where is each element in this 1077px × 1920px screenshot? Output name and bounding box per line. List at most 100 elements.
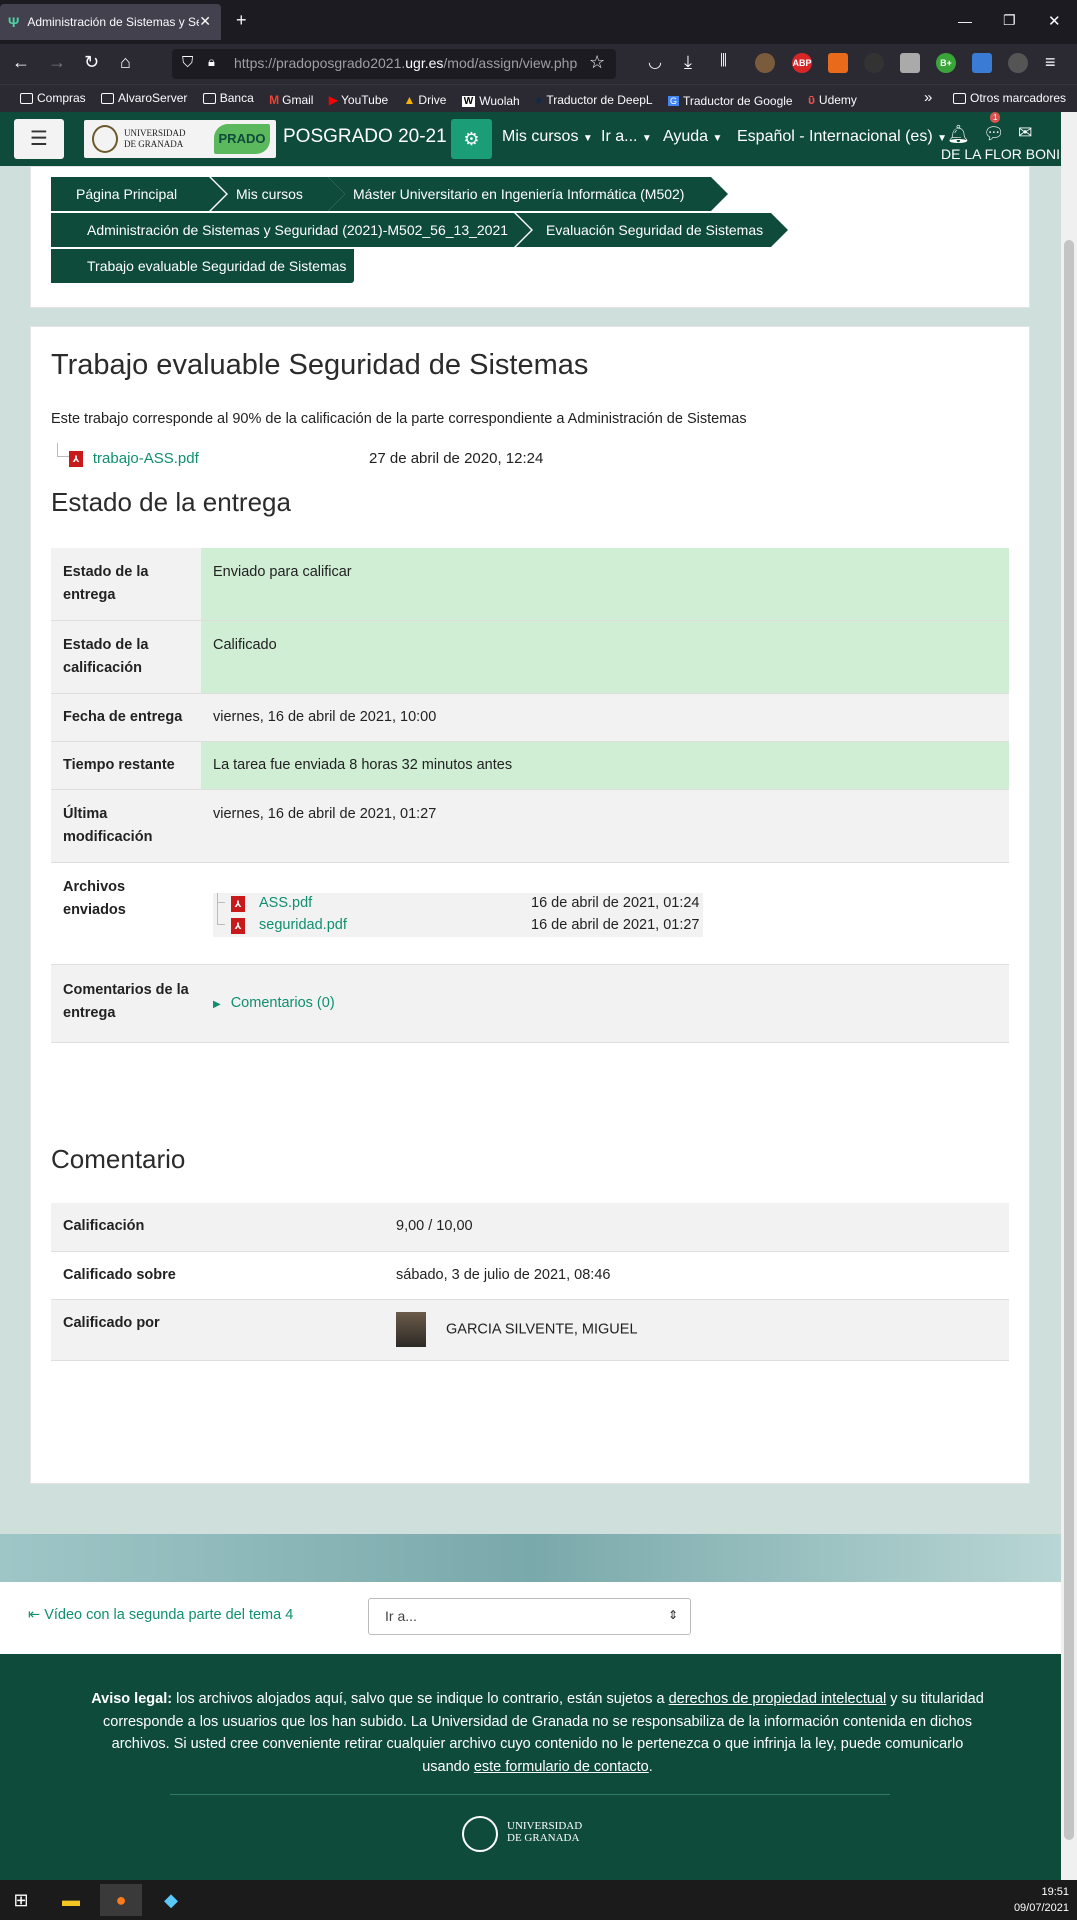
footer-university-logo[interactable]: UNIVERSIDAD DE GRANADA	[462, 1816, 582, 1852]
file-row[interactable]: ⅄ seguridad.pdf 16 de abril de 2021, 01:…	[213, 903, 703, 937]
menu-language[interactable]: Español - Internacional (es) ▼	[737, 128, 947, 146]
table-row: Tiempo restante La tarea fue enviada 8 h…	[51, 741, 1009, 790]
attachment-file[interactable]: ⅄ trabajo-ASS.pdf	[69, 450, 199, 468]
extension-blue-icon[interactable]	[972, 53, 992, 73]
shield-icon[interactable]: ⛉	[182, 54, 193, 71]
menu-mis-cursos[interactable]: Mis cursos ▼	[502, 128, 593, 146]
scrollbar-thumb[interactable]	[1064, 240, 1074, 1840]
sort-arrows-icon: ⇕	[667, 1608, 678, 1622]
table-row: Calificación 9,00 / 10,00	[51, 1203, 1009, 1252]
app-icon[interactable]: ◆	[150, 1884, 192, 1916]
url-bar[interactable]: ⛉ 🔒︎ https://pradoposgrado2021.ugr.es/mo…	[172, 49, 616, 79]
adblock-icon[interactable]: ABP	[792, 53, 812, 73]
windows-start-icon[interactable]: ⊞	[0, 1884, 42, 1916]
file-explorer-icon[interactable]: ▬	[50, 1884, 92, 1916]
caret-down-icon: ▼	[712, 133, 723, 144]
breadcrumb-card: Página Principal Mis cursos Máster Unive…	[30, 166, 1030, 308]
pocket-icon[interactable]: ◡	[648, 52, 662, 72]
minimize-icon[interactable]: —	[958, 13, 972, 29]
bookmark-drive[interactable]: ▲ Drive	[404, 93, 447, 107]
firefox-icon[interactable]: ●	[100, 1884, 142, 1916]
url-prefix: https://pradoposgrado2021.	[234, 55, 406, 71]
breadcrumb-item-master[interactable]: Máster Universitario en Ingeniería Infor…	[328, 177, 728, 211]
university-logo[interactable]: UNIVERSIDAD DE GRANADA PRADO	[84, 120, 276, 158]
extensions-puzzle-icon[interactable]	[1008, 53, 1028, 73]
bookmark-gmail[interactable]: M Gmail	[269, 93, 313, 107]
forward-icon[interactable]: →	[48, 52, 66, 73]
notification-badge: 1	[990, 112, 1001, 123]
settings-menu-button[interactable]: ⚙	[451, 119, 492, 159]
messages-icon[interactable]: 💬︎	[983, 124, 1005, 144]
back-icon[interactable]: ←	[12, 52, 30, 73]
page-title: Trabajo evaluable Seguridad de Sistemas	[51, 349, 589, 381]
previous-activity-link[interactable]: ⇤ Vídeo con la segunda parte del tema 4	[28, 1607, 293, 1623]
site-name[interactable]: POSGRADO 20-21	[283, 126, 447, 148]
feedback-heading: Comentario	[51, 1144, 186, 1174]
decorative-banner	[0, 1534, 1061, 1582]
folder-icon	[953, 92, 966, 104]
folder-icon	[101, 92, 115, 104]
extension-gray-icon[interactable]	[900, 53, 920, 73]
chevron-more-icon[interactable]: »	[924, 89, 932, 106]
library-icon[interactable]: ⫼	[720, 52, 727, 69]
breadcrumb-item-current[interactable]: Trabajo evaluable Seguridad de Sistemas	[51, 249, 354, 283]
bookmark-other[interactable]: Otros marcadores	[953, 91, 1066, 105]
browser-nav-bar: ← → ↻ ⌂ ⛉ 🔒︎ https://pradoposgrado2021.u…	[0, 44, 1077, 84]
site-header: ☰ UNIVERSIDAD DE GRANADA PRADO POSGRADO …	[0, 112, 1068, 166]
notifications-bell-icon[interactable]: 🔔︎	[947, 124, 970, 145]
breadcrumb-item-courses[interactable]: Mis cursos	[211, 177, 345, 211]
university-seal-icon	[92, 125, 118, 153]
jump-to-select[interactable]: Ir a... ⇕	[368, 1598, 691, 1635]
extension-ninja-icon[interactable]	[864, 53, 884, 73]
reload-icon[interactable]: ↻	[84, 52, 99, 73]
table-row: Calificado sobre sábado, 3 de julio de 2…	[51, 1251, 1009, 1300]
new-tab-icon[interactable]: +	[236, 10, 247, 31]
ip-rights-link[interactable]: derechos de propiedad intelectual	[669, 1691, 887, 1707]
system-clock[interactable]: 19:51 09/07/2021	[1014, 1884, 1069, 1916]
footer: Aviso legal: los archivos alojados aquí,…	[0, 1654, 1061, 1880]
menu-ayuda[interactable]: Ayuda ▼	[663, 128, 722, 146]
breadcrumb-item-section[interactable]: Evaluación Seguridad de Sistemas	[516, 213, 788, 247]
table-row: Estado de la calificación Calificado	[51, 620, 1009, 694]
folder-icon	[20, 92, 33, 104]
user-menu[interactable]: DE LA FLOR BONIL	[941, 146, 1068, 162]
main-content: Trabajo evaluable Seguridad de Sistemas …	[30, 326, 1030, 1484]
contact-form-link[interactable]: este formulario de contacto	[474, 1759, 649, 1775]
bookmark-google-translate[interactable]: G Traductor de Google	[667, 94, 793, 108]
udemy-icon: ῡ	[807, 92, 815, 107]
wuolah-icon: W	[461, 95, 476, 107]
drawer-toggle-button[interactable]: ☰	[14, 119, 64, 159]
breadcrumb-item-home[interactable]: Página Principal	[51, 177, 226, 211]
bookmark-deepl[interactable]: ● Traductor de DeepL	[535, 93, 653, 107]
file-row[interactable]: ⅄ ASS.pdf 16 de abril de 2021, 01:24	[213, 893, 703, 915]
bookmark-wuolah[interactable]: W Wuolah	[461, 94, 520, 108]
close-tab-icon[interactable]: ✕	[199, 13, 211, 30]
restore-icon[interactable]: ❐	[1003, 12, 1016, 29]
attachment-date: 27 de abril de 2020, 12:24	[369, 450, 544, 467]
bookmark-alvaroserver[interactable]: AlvaroServer	[101, 91, 187, 105]
menu-hamburger-icon[interactable]: ≡	[1045, 52, 1056, 73]
bookmark-banca[interactable]: Banca	[202, 91, 254, 105]
avatar[interactable]	[396, 1311, 426, 1347]
grader-name[interactable]: GARCIA SILVENTE, MIGUEL	[446, 1321, 638, 1337]
downloads-icon[interactable]: ⤓	[684, 52, 692, 73]
arrow-left-icon: ⇤	[28, 1607, 45, 1623]
star-bookmark-icon[interactable]: ☆	[589, 52, 605, 73]
home-icon[interactable]: ⌂	[120, 52, 131, 73]
pdf-icon: ⅄	[69, 451, 83, 468]
footer-divider	[170, 1794, 890, 1795]
bookmark-youtube[interactable]: ▶ YouTube	[329, 93, 388, 107]
comments-toggle[interactable]: ▶ Comentarios (0)	[201, 964, 1009, 1043]
lock-icon[interactable]: 🔒︎	[208, 54, 215, 70]
menu-ir-a[interactable]: Ir a... ▼	[601, 128, 652, 146]
bookmark-compras[interactable]: Compras	[20, 91, 86, 105]
extension-orange-icon[interactable]	[828, 53, 848, 73]
close-window-icon[interactable]: ✕	[1048, 12, 1061, 30]
browser-tab[interactable]: Ψ Administración de Sistemas y Se ✕	[0, 4, 221, 40]
assignment-description: Este trabajo corresponde al 90% de la ca…	[51, 411, 747, 427]
extension-icon[interactable]	[755, 53, 775, 73]
breadcrumb-item-course[interactable]: Administración de Sistemas y Seguridad (…	[51, 213, 531, 247]
extension-b-icon[interactable]: B+	[936, 53, 956, 73]
bookmark-udemy[interactable]: ῡ Udemy	[808, 93, 857, 107]
mail-icon[interactable]: ✉	[1018, 123, 1032, 143]
